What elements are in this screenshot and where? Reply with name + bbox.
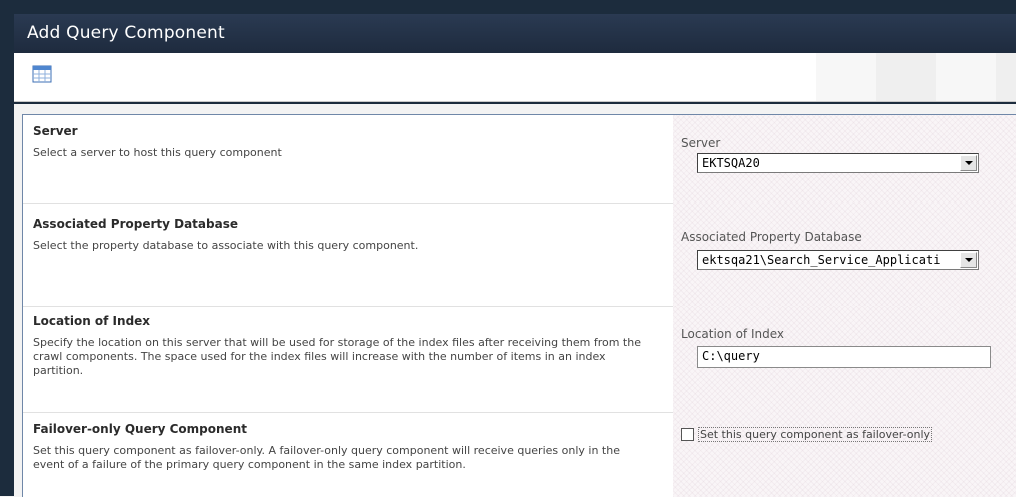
server-select[interactable]: EKTSQA20 [697,153,979,173]
index-location-field-area: Location of Index [673,306,1016,412]
property-db-section-title: Associated Property Database [33,217,238,231]
index-location-section-title: Location of Index [33,314,151,328]
index-location-section-description: Specify the location on this server that… [33,336,641,377]
property-db-select[interactable]: ektsqa21\Search_Service_Applicati [697,250,979,270]
failover-field-area: Set this query component as failover-onl… [673,412,1016,497]
form-panel: Server Select a server to host this quer… [22,114,1016,497]
toolbar [14,53,1016,102]
property-db-section: Associated Property Database Select the … [23,203,1016,307]
server-section: Server Select a server to host this quer… [23,115,1016,204]
failover-section-title: Failover-only Query Component [33,422,247,436]
index-location-input-box[interactable] [697,346,991,368]
index-location-field-label: Location of Index [681,327,784,341]
server-section-description: Select a server to host this query compo… [33,146,282,159]
index-location-section: Location of Index Specify the location o… [23,306,1016,413]
property-db-field-area: Associated Property Database ektsqa21\Se… [673,203,1016,306]
chevron-down-icon[interactable] [960,252,977,268]
property-db-select-value: ektsqa21\Search_Service_Applicati [702,253,941,267]
table-grid-icon[interactable] [32,65,52,83]
server-field-area: Server EKTSQA20 [673,115,1016,203]
toolbar-ribbon-background [816,53,1016,101]
failover-section: Failover-only Query Component Set this q… [23,412,1016,497]
server-select-value: EKTSQA20 [702,156,760,170]
failover-section-description: Set this query component as failover-onl… [33,444,620,471]
failover-checkbox[interactable] [681,428,694,441]
dialog-title: Add Query Component [27,23,225,43]
dialog-frame: Add Query Component Server Select a serv… [0,0,1016,497]
index-location-input[interactable] [702,348,982,364]
server-section-title: Server [33,124,78,138]
chevron-down-icon[interactable] [960,155,977,171]
server-field-label: Server [681,136,721,150]
property-db-section-description: Select the property database to associat… [33,239,419,252]
dialog-title-bar: Add Query Component [14,14,1016,53]
dialog-content: Server Select a server to host this quer… [14,104,1016,497]
property-db-field-label: Associated Property Database [681,230,862,244]
failover-checkbox-label[interactable]: Set this query component as failover-onl… [698,427,933,442]
